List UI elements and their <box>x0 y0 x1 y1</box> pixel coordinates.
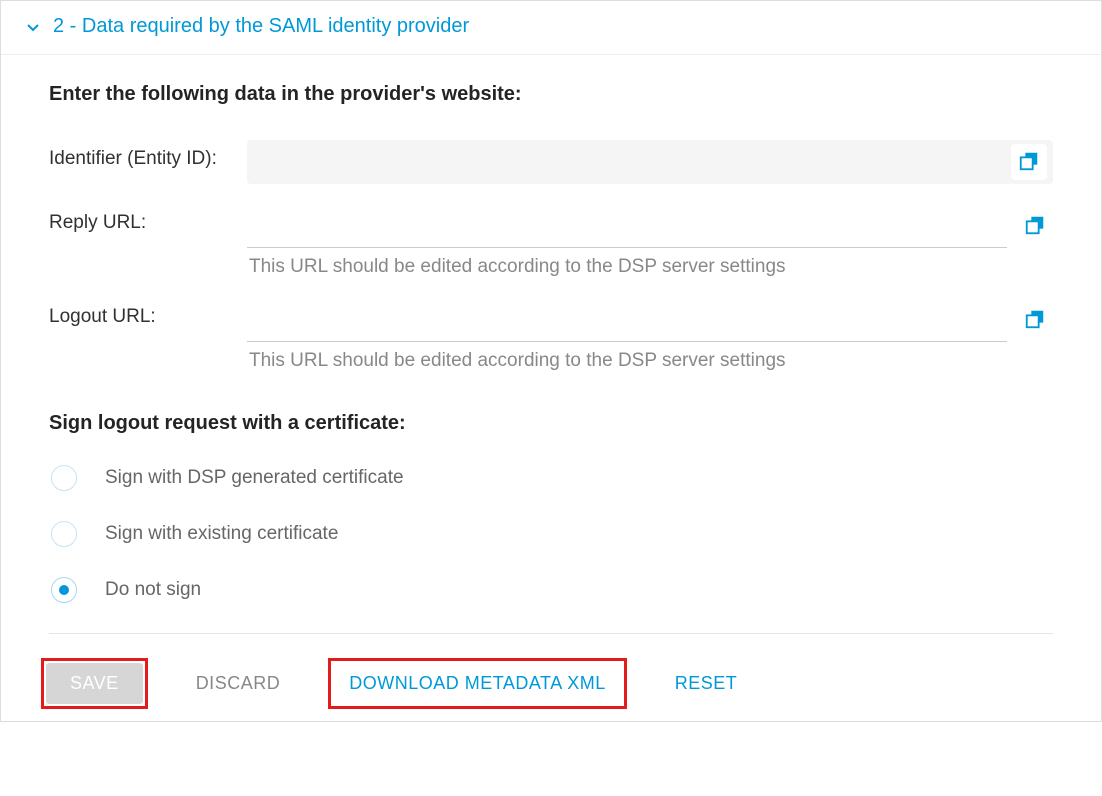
download-metadata-button[interactable]: DOWNLOAD METADATA XML <box>333 663 622 704</box>
reply-url-label: Reply URL: <box>49 204 247 234</box>
highlight-box: SAVE <box>41 658 148 709</box>
copy-reply-url-button[interactable] <box>1017 208 1053 244</box>
field-identifier: Identifier (Entity ID): <box>49 140 1053 184</box>
section-title: 2 - Data required by the SAML identity p… <box>53 15 469 38</box>
saml-config-panel: 2 - Data required by the SAML identity p… <box>0 0 1102 722</box>
identifier-input[interactable] <box>247 140 1001 184</box>
save-button[interactable]: SAVE <box>46 663 143 704</box>
cert-radio-group: Sign with DSP generated certificate Sign… <box>51 465 1053 603</box>
reply-url-helper: This URL should be edited according to t… <box>247 256 1053 278</box>
field-logout-url: Logout URL: This URL should be edited ac… <box>49 298 1053 372</box>
discard-button[interactable]: DISCARD <box>180 663 297 704</box>
highlight-box: DOWNLOAD METADATA XML <box>328 658 627 709</box>
radio-label: Sign with DSP generated certificate <box>105 467 404 489</box>
copy-icon <box>1024 308 1046 333</box>
radio-icon <box>51 577 77 603</box>
copy-icon <box>1024 214 1046 239</box>
logout-url-helper: This URL should be edited according to t… <box>247 350 1053 372</box>
chevron-down-icon <box>25 19 41 35</box>
radio-do-not-sign[interactable]: Do not sign <box>51 577 1053 603</box>
reset-button[interactable]: RESET <box>659 663 754 704</box>
radio-label: Sign with existing certificate <box>105 523 338 545</box>
identifier-label: Identifier (Entity ID): <box>49 140 247 170</box>
reply-url-input[interactable] <box>247 204 1007 248</box>
footer-actions: SAVE DISCARD DOWNLOAD METADATA XML RESET <box>1 644 1101 721</box>
radio-sign-existing[interactable]: Sign with existing certificate <box>51 521 1053 547</box>
divider <box>49 633 1053 634</box>
radio-label: Do not sign <box>105 579 201 601</box>
radio-sign-dsp-generated[interactable]: Sign with DSP generated certificate <box>51 465 1053 491</box>
logout-url-input[interactable] <box>247 298 1007 342</box>
copy-logout-url-button[interactable] <box>1017 302 1053 338</box>
intro-text: Enter the following data in the provider… <box>49 83 1053 106</box>
cert-section-title: Sign logout request with a certificate: <box>49 412 1053 435</box>
logout-url-label: Logout URL: <box>49 298 247 328</box>
radio-icon <box>51 521 77 547</box>
section-header[interactable]: 2 - Data required by the SAML identity p… <box>1 0 1101 55</box>
copy-icon <box>1018 150 1040 175</box>
field-reply-url: Reply URL: This URL should be edited acc… <box>49 204 1053 278</box>
radio-icon <box>51 465 77 491</box>
copy-identifier-button[interactable] <box>1011 144 1047 180</box>
section-content: Enter the following data in the provider… <box>1 55 1101 644</box>
